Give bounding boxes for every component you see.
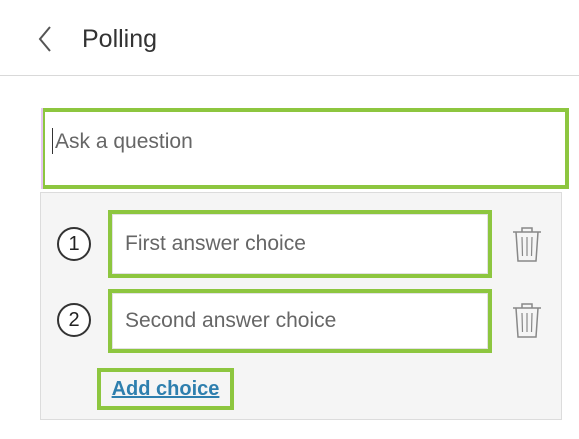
text-caret [52, 128, 53, 154]
trash-icon [513, 227, 541, 262]
question-input[interactable] [45, 112, 565, 185]
choice-field-highlight [108, 210, 492, 278]
delete-choice-2-button[interactable] [510, 301, 544, 339]
choice-number: 1 [68, 232, 80, 255]
delete-choice-1-button[interactable] [510, 225, 544, 263]
add-choice-link[interactable]: Add choice [112, 378, 220, 401]
choice-number-badge: 2 [57, 303, 91, 337]
trash-icon [513, 303, 541, 338]
page-title: Polling [82, 25, 158, 53]
polling-panel: Polling 1 2 [0, 0, 579, 439]
back-button[interactable] [32, 24, 58, 54]
answer-choice-2-input[interactable] [112, 293, 488, 349]
header: Polling [0, 0, 579, 76]
choice-number-badge: 1 [57, 227, 91, 261]
question-field-highlight [41, 108, 569, 189]
answer-choice-1-input[interactable] [112, 214, 488, 274]
add-choice-button[interactable]: Add choice [97, 368, 234, 410]
choice-number: 2 [68, 308, 80, 331]
chevron-left-icon [38, 26, 51, 52]
choice-field-highlight [108, 289, 492, 353]
